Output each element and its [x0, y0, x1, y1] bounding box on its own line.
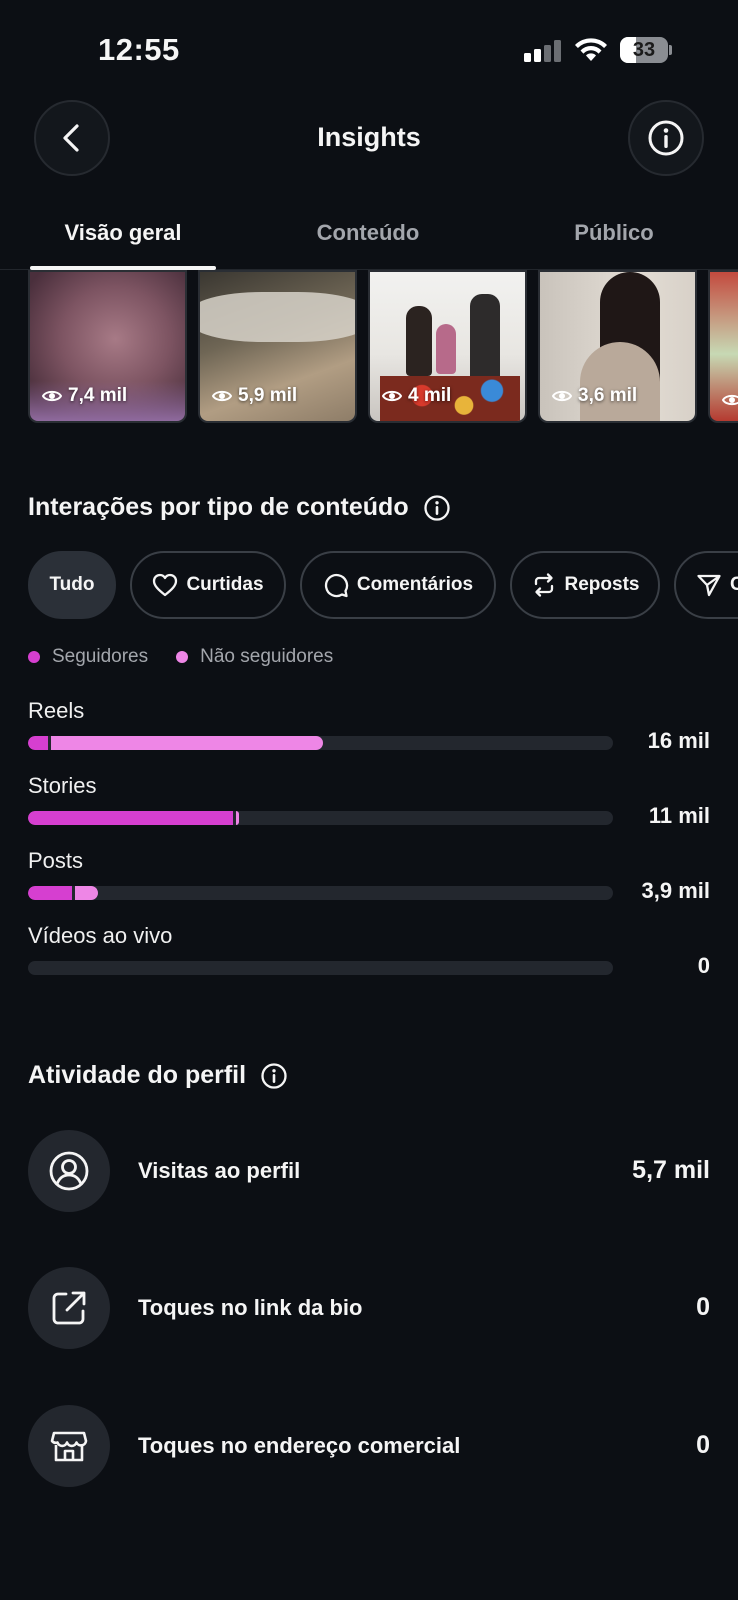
- bar-segment-non-followers: [235, 811, 239, 825]
- bar-label: Stories: [28, 773, 97, 798]
- bar-track: [28, 886, 613, 900]
- cellular-signal-icon: [524, 40, 562, 62]
- filter-chip-label: C: [730, 574, 738, 595]
- filter-chip-label: Comentários: [356, 574, 474, 595]
- tab-overview[interactable]: Visão geral: [30, 220, 216, 246]
- legend-item-non-followers: Não seguidores: [176, 646, 333, 668]
- battery-icon: 33: [620, 37, 672, 63]
- tab-content[interactable]: Conteúdo: [278, 220, 458, 246]
- legend-label: Não seguidores: [200, 646, 334, 667]
- info-icon: [648, 120, 684, 156]
- interaction-row-posts: Posts 3,9 mil: [28, 848, 710, 918]
- activity-label: Toques no endereço comercial: [138, 1433, 461, 1458]
- send-icon: [697, 574, 721, 597]
- eye-icon: [382, 390, 402, 402]
- activity-row-business-address-taps[interactable]: Toques no endereço comercial 0: [28, 1405, 710, 1487]
- thumbnail-views: 3,6 mil: [578, 385, 638, 406]
- eye-icon: [212, 390, 232, 402]
- bar-label: Vídeos ao vivo: [28, 923, 173, 948]
- info-icon[interactable]: [260, 1062, 288, 1090]
- info-button[interactable]: [628, 100, 704, 176]
- thumbnail-2[interactable]: 5,9 mil: [198, 270, 357, 423]
- activity-row-profile-visits[interactable]: Visitas ao perfil 5,7 mil: [28, 1130, 710, 1212]
- filter-chips: Tudo Curtidas Comentários Reposts C: [0, 551, 738, 621]
- bar-segment-followers: [28, 811, 233, 825]
- status-bar: 12:55 33: [0, 0, 738, 90]
- filter-chip-label: Curtidas: [186, 574, 264, 595]
- activity-row-bio-link-taps[interactable]: Toques no link da bio 0: [28, 1267, 710, 1349]
- legend-item-followers: Seguidores: [28, 646, 148, 668]
- thumbnail-3[interactable]: 4 mil: [368, 270, 527, 423]
- thumbnail-4[interactable]: 3,6 mil: [538, 270, 697, 423]
- repost-icon: [534, 573, 553, 597]
- bar-value: 11 mil: [648, 803, 710, 828]
- tab-bar: Visão geral Conteúdo Público: [0, 212, 738, 270]
- thumbnail-views: 5,9 mil: [238, 385, 298, 406]
- legend-dot: [176, 651, 189, 663]
- interaction-row-live-videos: Vídeos ao vivo 0: [28, 923, 710, 993]
- interactions-heading: Interações por tipo de conteúdo: [28, 493, 451, 522]
- comment-icon: [324, 573, 349, 598]
- activity-value: 5,7 mil: [632, 1156, 710, 1184]
- bar-track: [28, 736, 613, 750]
- interaction-row-reels: Reels 16 mil: [28, 698, 710, 768]
- thumbnail-views: 4 mil: [408, 385, 452, 406]
- legend-dot: [28, 651, 40, 663]
- bar-value: 0: [697, 953, 710, 978]
- thumbnail-1[interactable]: 7,4 mil: [28, 270, 187, 423]
- profile-icon: [49, 1151, 89, 1191]
- filter-chip-all[interactable]: Tudo: [28, 551, 116, 619]
- heart-icon: [153, 573, 178, 597]
- eye-icon: [722, 394, 738, 406]
- tab-audience[interactable]: Público: [524, 220, 704, 246]
- header: Insights: [0, 100, 738, 180]
- legend-label: Seguidores: [52, 646, 149, 667]
- status-time: 12:55: [98, 32, 180, 67]
- external-link-icon: [52, 1291, 86, 1325]
- battery-percentage: 33: [632, 39, 656, 61]
- eye-icon: [42, 390, 62, 402]
- filter-chip-label: Tudo: [49, 574, 95, 595]
- activity-value: 0: [696, 1431, 710, 1459]
- activity-value: 0: [696, 1293, 710, 1321]
- profile-activity-heading: Atividade do perfil: [28, 1061, 288, 1090]
- bar-track: [28, 811, 613, 825]
- thumbnail-views: 7,4 mil: [68, 385, 128, 406]
- bar-segment-followers: [28, 736, 48, 750]
- filter-chip-likes[interactable]: Curtidas: [130, 551, 286, 619]
- filter-chip-shares[interactable]: C: [674, 551, 738, 619]
- chart-legend: Seguidores Não seguidores: [28, 646, 361, 668]
- bar-segment-followers: [28, 886, 72, 900]
- bar-segment-non-followers: [50, 736, 323, 750]
- eye-icon: [552, 390, 572, 402]
- info-icon[interactable]: [423, 494, 451, 522]
- profile-activity-title: Atividade do perfil: [28, 1061, 247, 1089]
- bar-track: [28, 961, 613, 975]
- interaction-row-stories: Stories 11 mil: [28, 773, 710, 843]
- filter-chip-reposts[interactable]: Reposts: [510, 551, 660, 619]
- filter-chip-label: Reposts: [564, 574, 640, 595]
- activity-label: Visitas ao perfil: [138, 1158, 301, 1183]
- storefront-icon: [50, 1431, 88, 1462]
- bar-value: 3,9 mil: [641, 878, 710, 903]
- filter-chip-comments[interactable]: Comentários: [300, 551, 496, 619]
- content-thumbnails: 7,4 mil 5,9 mil 4 mil 3,6 mil: [0, 270, 738, 424]
- activity-label: Toques no link da bio: [138, 1295, 363, 1320]
- wifi-icon: [574, 37, 608, 63]
- interactions-title: Interações por tipo de conteúdo: [28, 493, 409, 521]
- bar-label: Reels: [28, 698, 85, 723]
- bar-label: Posts: [28, 848, 84, 873]
- bar-segment-non-followers: [74, 886, 99, 900]
- bar-value: 16 mil: [647, 728, 710, 753]
- thumbnail-5[interactable]: [708, 270, 738, 423]
